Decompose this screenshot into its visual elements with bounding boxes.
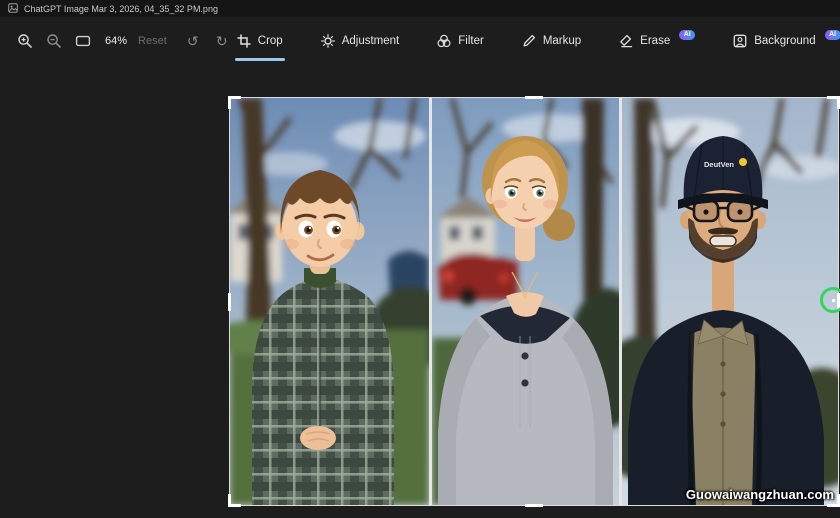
tab-erase[interactable]: Erase AI	[617, 29, 697, 53]
adjustment-icon	[321, 34, 335, 48]
background-icon	[733, 34, 747, 48]
erase-icon	[619, 34, 633, 48]
crop-selection[interactable]: DeutVen Guowaiwangzhuan.com	[230, 98, 838, 505]
titlebar: ChatGPT Image Mar 3, 2026, 04_35_32 PM.p…	[0, 0, 840, 17]
undo-button[interactable]: ↺	[180, 28, 206, 54]
photo-panel-woman	[432, 98, 619, 505]
tab-label: Filter	[458, 35, 484, 47]
tab-label: Crop	[258, 35, 283, 47]
tab-adjustment[interactable]: Adjustment	[319, 29, 402, 53]
cap-logo-text: DeutVen	[704, 160, 734, 169]
photo-panel-boy	[230, 98, 429, 505]
zoom-out-button[interactable]	[41, 28, 67, 54]
crop-icon	[237, 34, 251, 48]
tab-background[interactable]: Background AI	[731, 29, 840, 53]
filter-icon	[437, 34, 451, 48]
zoom-tools: 64% Reset ↺ ↻	[12, 28, 235, 54]
tab-label: Markup	[543, 35, 581, 47]
fit-to-window-icon	[75, 33, 91, 49]
photos-editor-window: ChatGPT Image Mar 3, 2026, 04_35_32 PM.p…	[0, 0, 840, 518]
tab-filter[interactable]: Filter	[435, 29, 486, 53]
zoom-in-icon	[17, 33, 33, 49]
file-icon	[8, 0, 18, 18]
window-title: ChatGPT Image Mar 3, 2026, 04_35_32 PM.p…	[24, 4, 218, 14]
watermark: Guowaiwangzhuan.com	[686, 487, 834, 502]
tab-crop[interactable]: Crop	[235, 29, 285, 53]
reset-button[interactable]: Reset	[138, 35, 167, 47]
undo-icon: ↺	[187, 34, 199, 48]
zoom-in-button[interactable]	[12, 28, 38, 54]
redo-button[interactable]: ↻	[209, 28, 235, 54]
tab-markup[interactable]: Markup	[520, 29, 583, 53]
toolbar: 64% Reset ↺ ↻ Crop Adjustment Filter Mar…	[0, 17, 840, 64]
zoom-level[interactable]: 64%	[105, 35, 127, 47]
zoom-out-icon	[46, 33, 62, 49]
redo-icon: ↻	[216, 34, 228, 48]
photo-panel-man: DeutVen	[622, 98, 838, 505]
cursor-highlight	[820, 287, 840, 313]
editor-canvas: DeutVen Guowaiwangzhuan.com	[0, 64, 840, 518]
fit-to-window-button[interactable]	[70, 28, 96, 54]
tab-label: Erase	[640, 35, 670, 47]
markup-icon	[522, 34, 536, 48]
tab-label: Background	[754, 35, 815, 47]
ai-badge: AI	[825, 30, 840, 40]
tab-label: Adjustment	[342, 35, 400, 47]
ai-badge: AI	[679, 30, 695, 40]
edit-tabs: Crop Adjustment Filter Markup Erase AI	[235, 29, 840, 53]
